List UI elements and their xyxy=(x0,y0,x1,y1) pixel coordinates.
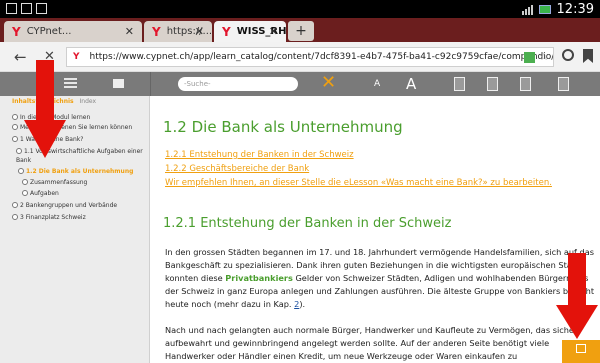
site-favicon-icon: Y xyxy=(222,24,231,39)
signal-icon xyxy=(521,4,533,15)
tab-bar: Y CYPnet... ✕ Y https://... ✕ Y WISS_RH … xyxy=(0,18,600,42)
toc-item[interactable]: Aufgaben xyxy=(22,190,59,198)
expand-icon xyxy=(22,179,28,185)
status-bar: 12:39 xyxy=(0,0,600,18)
notification-icon xyxy=(36,3,47,14)
toc-item[interactable]: Zusammenfassung xyxy=(22,179,87,187)
site-favicon-icon: Y xyxy=(152,24,161,39)
collapse-icon xyxy=(18,168,24,174)
new-tab-button[interactable]: + xyxy=(288,21,314,41)
system-tray: 12:39 xyxy=(521,2,594,17)
url-text: https://www.cypnet.ch/app/learn_catalog/… xyxy=(89,52,554,62)
site-favicon-icon: Y xyxy=(73,52,80,62)
collapse-icon xyxy=(12,136,18,142)
close-icon[interactable]: ✕ xyxy=(321,73,336,93)
page-icon[interactable] xyxy=(558,77,569,91)
toc-sidebar: Inhaltsverzeichnis Index In diesem Modul… xyxy=(0,96,150,363)
comment-icon[interactable] xyxy=(113,79,124,88)
red-arrow-annotation xyxy=(24,60,66,158)
square-icon xyxy=(576,344,586,353)
bookmark-icon[interactable] xyxy=(583,49,593,63)
search-icon[interactable] xyxy=(562,49,574,61)
toc-item-current[interactable]: 1.2 Die Bank als Unternehmung xyxy=(18,168,133,176)
highlight-term: Privatbankiers xyxy=(225,273,293,283)
expand-icon xyxy=(16,148,22,154)
paragraph: In den grossen Städten begannen im 17. u… xyxy=(165,247,595,309)
reader-toolbar: -Suche- ✕ A A xyxy=(0,72,600,96)
url-field[interactable]: Y https://www.cypnet.ch/app/learn_catalo… xyxy=(66,47,554,67)
toc-item-continuation: Bank xyxy=(16,157,32,164)
page-icon[interactable] xyxy=(487,77,498,91)
expand-icon xyxy=(22,190,28,196)
page-icon[interactable] xyxy=(454,77,465,91)
expand-icon xyxy=(12,124,18,130)
tab-cypnet[interactable]: Y CYPnet... ✕ xyxy=(4,21,142,42)
section-heading: 1.2.1 Entstehung der Banken in der Schwe… xyxy=(163,216,452,231)
tab-label: WISS_RH xyxy=(236,26,287,37)
search-input[interactable]: -Suche- xyxy=(178,77,298,91)
tab-https[interactable]: Y https://... ✕ xyxy=(144,21,212,42)
font-increase-button[interactable]: A xyxy=(406,75,416,93)
link-section-1-2-2[interactable]: 1.2.2 Geschäftsbereiche der Bank xyxy=(165,164,309,174)
tab-wiss-rh[interactable]: Y WISS_RH ✕ xyxy=(214,21,286,42)
page-title: 1.2 Die Bank als Unternehmung xyxy=(163,118,403,136)
expand-icon xyxy=(12,202,18,208)
link-elesson[interactable]: Wir empfehlen Ihnen, an dieser Stelle di… xyxy=(165,178,552,188)
battery-icon xyxy=(538,5,551,14)
notification-icons xyxy=(6,3,47,14)
close-tab-icon[interactable]: ✕ xyxy=(125,25,134,38)
toc-item[interactable]: 2 Bankengruppen und Verbände xyxy=(12,202,117,210)
star-icon[interactable]: ☆ xyxy=(539,50,549,63)
font-decrease-button[interactable]: A xyxy=(374,79,380,89)
close-tab-icon[interactable]: ✕ xyxy=(269,25,278,38)
paragraph: Nach und nach gelangten auch normale Bür… xyxy=(165,325,578,361)
tab-label: CYPnet... xyxy=(26,26,72,37)
clock: 12:39 xyxy=(556,2,594,17)
red-arrow-annotation xyxy=(556,253,598,341)
toc-item[interactable]: 3 Finanzplatz Schweiz xyxy=(12,214,86,222)
toolbar-divider xyxy=(150,72,151,96)
close-tab-icon[interactable]: ✕ xyxy=(195,25,204,38)
tab-label: https://... xyxy=(166,26,213,37)
bottom-right-button[interactable] xyxy=(562,340,600,363)
extension-icon[interactable] xyxy=(524,52,535,63)
tab-index[interactable]: Index xyxy=(80,98,97,105)
address-bar: ← ✕ Y https://www.cypnet.ch/app/learn_ca… xyxy=(0,42,600,72)
notification-icon xyxy=(21,3,32,14)
link-section-1-2-1[interactable]: 1.2.1 Entstehung der Banken in der Schwe… xyxy=(165,150,354,160)
browser-window: 12:39 Y CYPnet... ✕ Y https://... ✕ Y WI… xyxy=(0,0,600,363)
notification-icon xyxy=(6,3,17,14)
content-area: 1.2 Die Bank als Unternehmung 1.2.1 Ents… xyxy=(151,96,600,363)
expand-icon xyxy=(12,114,18,120)
expand-icon xyxy=(12,214,18,220)
site-favicon-icon: Y xyxy=(12,24,21,39)
page-icon[interactable] xyxy=(520,77,531,91)
